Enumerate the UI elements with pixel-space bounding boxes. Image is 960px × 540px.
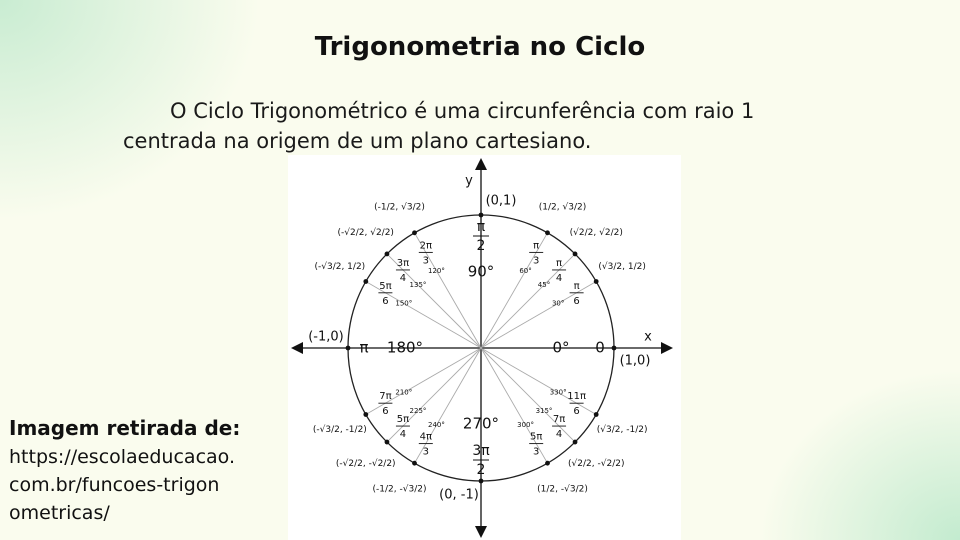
degree-label: 270° bbox=[463, 415, 499, 433]
radian-numerator: 3π bbox=[397, 258, 409, 269]
radian-denominator: 6 bbox=[382, 406, 388, 417]
radian-numerator: 5π bbox=[379, 281, 391, 292]
radian-denominator: 2 bbox=[477, 238, 486, 254]
radian-denominator: 3 bbox=[423, 255, 429, 266]
coordinate-label: (-1/2, -√3/2) bbox=[373, 484, 427, 495]
degree-label: 150° bbox=[395, 299, 412, 307]
image-source: Imagem retirada de: https://escolaeducac… bbox=[9, 414, 281, 527]
circle-point bbox=[478, 212, 484, 218]
y-axis-arrow-up-icon bbox=[475, 158, 487, 170]
x-axis-arrow-right-icon bbox=[661, 342, 673, 354]
intro-paragraph: O Ciclo Trigonométrico é uma circunferên… bbox=[123, 96, 843, 156]
source-url-line: https://escolaeducacao. bbox=[9, 446, 235, 468]
y-axis-label: y bbox=[465, 174, 473, 189]
degree-label: 240° bbox=[428, 421, 445, 429]
radian-denominator: 3 bbox=[533, 447, 539, 458]
radian-denominator: 6 bbox=[382, 296, 388, 307]
radian-denominator: 3 bbox=[423, 447, 429, 458]
source-url-line: com.br/funcoes-trigon bbox=[9, 474, 220, 496]
radian-numerator: π bbox=[533, 240, 539, 251]
coordinate-label: (1,0) bbox=[620, 354, 651, 369]
coordinate-label: (-√3/2, 1/2) bbox=[314, 261, 365, 272]
circle-point bbox=[611, 345, 617, 351]
source-heading: Imagem retirada de: bbox=[9, 416, 241, 440]
radian-label: π bbox=[359, 339, 368, 357]
radius-line bbox=[365, 347, 482, 415]
radian-numerator: 11π bbox=[567, 391, 586, 402]
radian-denominator: 4 bbox=[556, 273, 562, 284]
coordinate-label: (-√2/2, -√2/2) bbox=[336, 458, 396, 469]
intro-line-1: O Ciclo Trigonométrico é uma circunferên… bbox=[170, 99, 755, 123]
circle-point bbox=[572, 439, 578, 445]
coordinate-label: (√2/2, √2/2) bbox=[570, 227, 623, 238]
coordinate-label: (0,1) bbox=[486, 194, 517, 209]
coordinate-label: (√3/2, -1/2) bbox=[597, 424, 648, 435]
degree-label: 90° bbox=[468, 263, 495, 281]
circle-point bbox=[345, 345, 351, 351]
degree-label: 315° bbox=[536, 407, 553, 415]
coordinate-label: (-√3/2, -1/2) bbox=[313, 424, 367, 435]
radian-numerator: 7π bbox=[379, 391, 391, 402]
radian-label: 0 bbox=[595, 339, 605, 357]
degree-label: 180° bbox=[387, 339, 423, 357]
radian-denominator: 4 bbox=[400, 273, 406, 284]
radian-denominator: 3 bbox=[533, 255, 539, 266]
radian-numerator: 5π bbox=[397, 414, 409, 425]
circle-point bbox=[412, 230, 417, 236]
coordinate-label: (1/2, -√3/2) bbox=[537, 484, 588, 495]
x-axis-label: x bbox=[644, 330, 652, 345]
circle-point bbox=[363, 412, 369, 417]
coordinate-label: (√3/2, 1/2) bbox=[598, 261, 645, 272]
degree-label: 0° bbox=[552, 339, 569, 357]
degree-label: 135° bbox=[410, 281, 427, 289]
source-url-line: ometricas/ bbox=[9, 502, 110, 524]
circle-point bbox=[363, 279, 369, 284]
radian-numerator: 2π bbox=[420, 240, 432, 251]
degree-label: 45° bbox=[538, 281, 550, 289]
degree-label: 30° bbox=[552, 299, 564, 307]
radian-numerator: π bbox=[574, 281, 580, 292]
coordinate-label: (-1/2, √3/2) bbox=[374, 201, 425, 212]
degree-label: 225° bbox=[410, 407, 427, 415]
degree-label: 300° bbox=[517, 421, 534, 429]
circle-point bbox=[545, 460, 550, 466]
circle-point bbox=[478, 478, 484, 484]
radian-numerator: 7π bbox=[553, 414, 565, 425]
radian-denominator: 4 bbox=[556, 429, 562, 440]
degree-label: 330° bbox=[550, 389, 567, 397]
coordinate-label: (-1,0) bbox=[308, 330, 344, 345]
radian-numerator: 4π bbox=[420, 432, 432, 443]
y-axis-arrow-down-icon bbox=[475, 526, 487, 538]
intro-line-2: centrada na origem de um plano cartesian… bbox=[123, 129, 592, 153]
coordinate-label: (0, -1) bbox=[439, 488, 479, 503]
unit-circle-figure: x y 0° 0 (1,0) 30° π 6 (√3/2, 1/2) 45° π 4 (√2/2, √2… bbox=[288, 155, 681, 540]
circle-point bbox=[412, 460, 417, 466]
circle-point bbox=[593, 279, 599, 284]
degree-label: 60° bbox=[519, 267, 531, 275]
radius-line bbox=[480, 347, 597, 415]
radian-numerator: π bbox=[556, 258, 562, 269]
degree-label: 210° bbox=[395, 389, 412, 397]
coordinate-label: (-√2/2, √2/2) bbox=[338, 227, 394, 238]
degree-label: 120° bbox=[428, 267, 445, 275]
x-axis-arrow-left-icon bbox=[291, 342, 303, 354]
circle-point bbox=[384, 439, 390, 445]
unit-circle-diagram: x y 0° 0 (1,0) 30° π 6 (√3/2, 1/2) 45° π 4 (√2/2, √2… bbox=[291, 158, 673, 538]
radian-numerator: 3π bbox=[472, 443, 490, 459]
circle-point bbox=[545, 230, 550, 236]
circle-point bbox=[593, 412, 599, 417]
circle-point bbox=[572, 251, 578, 257]
circle-point bbox=[384, 251, 390, 257]
radian-denominator: 4 bbox=[400, 429, 406, 440]
coordinate-label: (1/2, √3/2) bbox=[539, 201, 586, 212]
coordinate-label: (√2/2, -√2/2) bbox=[568, 458, 624, 469]
slide-title: Trigonometria no Ciclo bbox=[314, 32, 646, 62]
radian-denominator: 6 bbox=[573, 406, 579, 417]
radian-denominator: 2 bbox=[477, 462, 486, 478]
radian-denominator: 6 bbox=[573, 296, 579, 307]
radian-numerator: 5π bbox=[530, 432, 542, 443]
radian-numerator: π bbox=[477, 219, 486, 235]
